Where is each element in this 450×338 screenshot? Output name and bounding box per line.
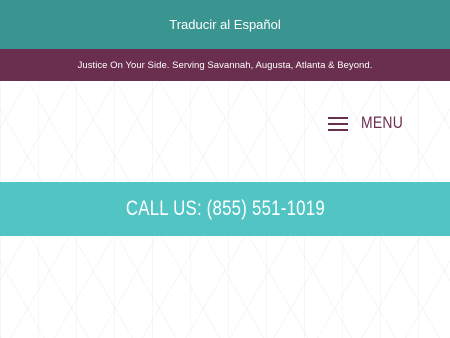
call-us-link[interactable]: CALL US: (855) 551-1019 <box>125 197 324 221</box>
menu-label: MENU <box>360 113 403 132</box>
tagline-text: Justice On Your Side. Serving Savannah, … <box>77 59 373 71</box>
hamburger-icon <box>327 116 348 131</box>
translate-link[interactable]: Traducir al Español <box>169 17 281 32</box>
call-bar: CALL US: (855) 551-1019 <box>0 182 450 236</box>
phone-number: (855) 551-1019 <box>206 197 325 220</box>
site-header: MENU <box>0 81 450 182</box>
translate-bar: Traducir al Español <box>0 0 450 49</box>
tagline-bar: Justice On Your Side. Serving Savannah, … <box>0 49 450 81</box>
content-area <box>0 236 450 338</box>
call-us-label: CALL US: <box>125 197 202 220</box>
menu-button[interactable]: MENU <box>327 111 412 135</box>
